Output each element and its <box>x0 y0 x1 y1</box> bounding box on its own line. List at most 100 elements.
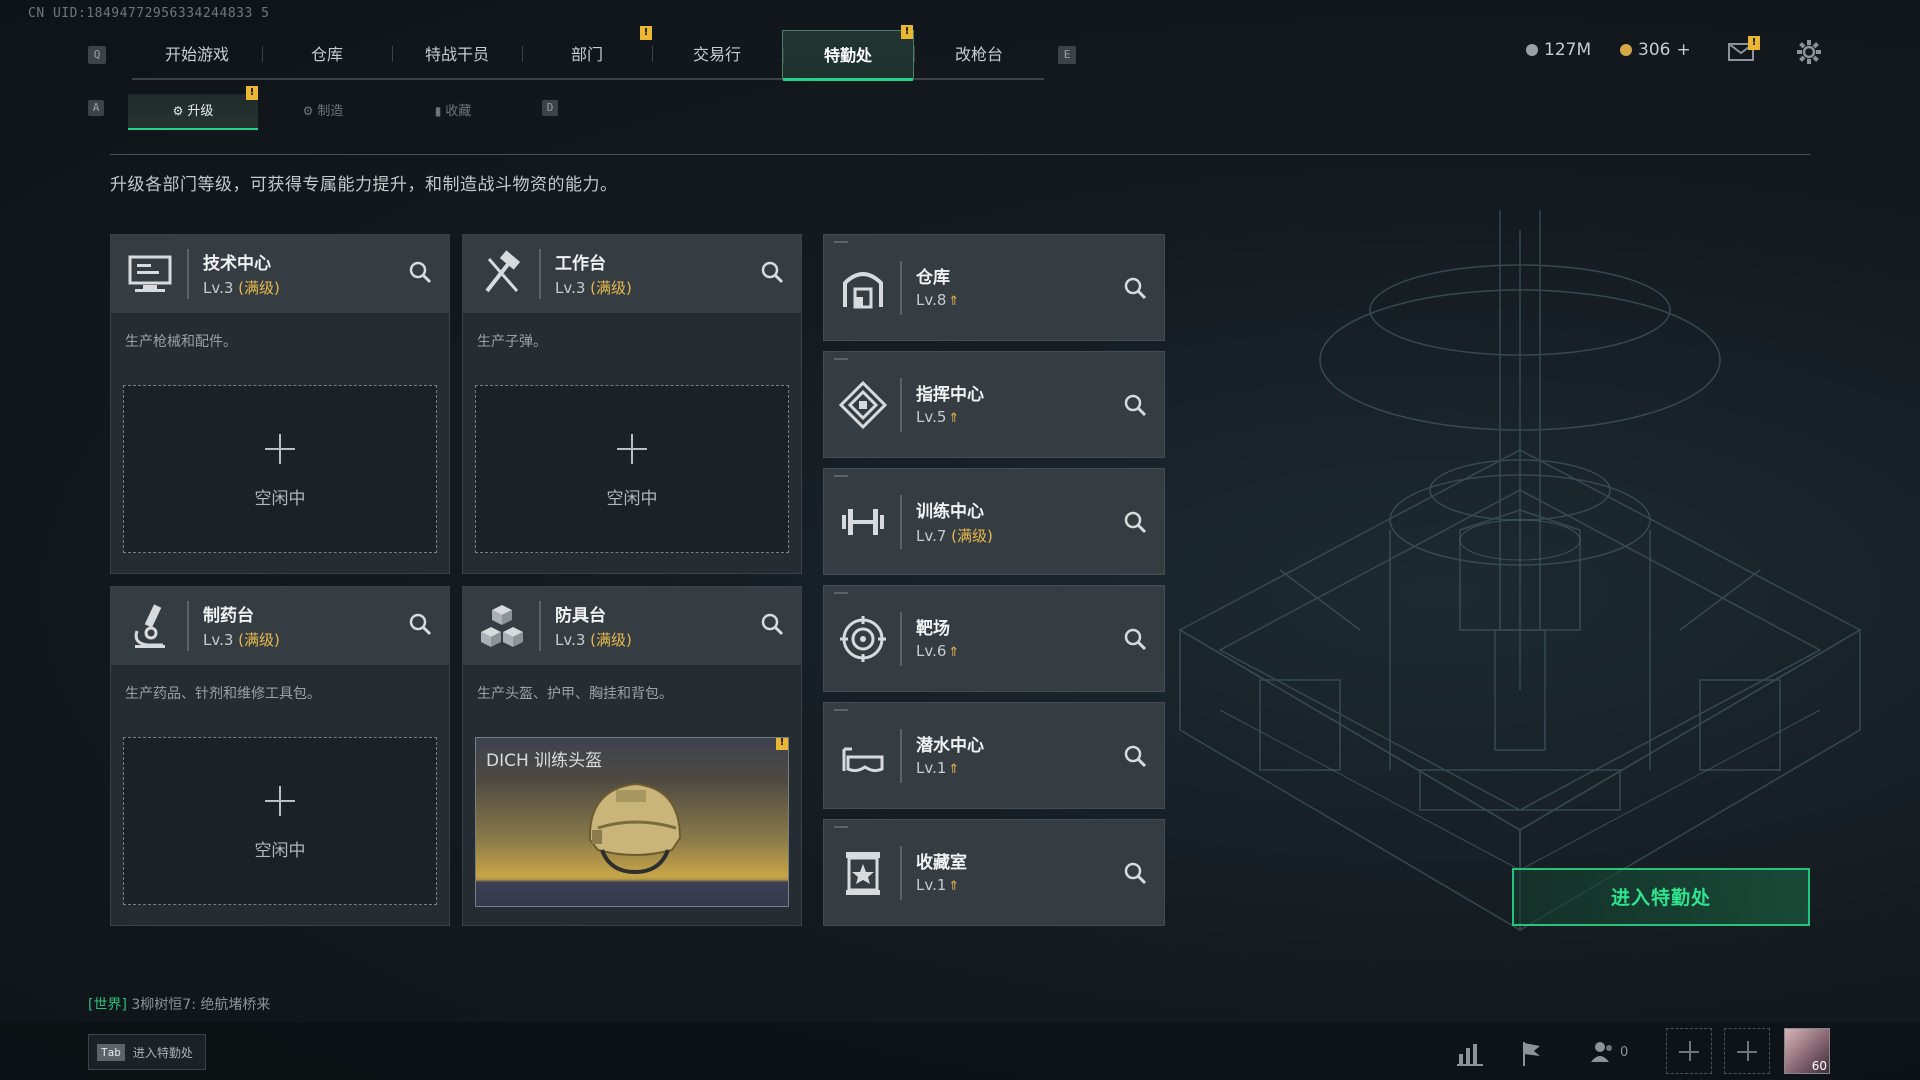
tab-hint-label: 进入特勤处 <box>132 1045 193 1060</box>
hammer-icon <box>485 250 521 293</box>
nav-next-key[interactable]: E <box>1058 46 1076 64</box>
subtab-upgrade[interactable]: ⚙ 升级! <box>128 86 258 130</box>
stats-chart-icon[interactable] <box>1455 1038 1485 1068</box>
flag-icon[interactable] <box>1516 1038 1546 1068</box>
player-avatar[interactable]: 60 <box>1784 1028 1830 1074</box>
header-separator <box>187 249 189 299</box>
money-icon <box>1526 44 1538 56</box>
notification-badge: ! <box>246 86 258 100</box>
monitor-icon <box>128 255 172 292</box>
card-description: 生产药品、针剂和维修工具包。 <box>125 686 321 702</box>
search-icon[interactable] <box>759 611 785 637</box>
department-row-collection-room[interactable]: 收藏室 Lv.1 ⇑ <box>823 819 1165 926</box>
search-icon[interactable] <box>1122 626 1148 652</box>
subtab-craft-label: 制造 <box>317 104 344 119</box>
max-level-tag: (满级) <box>590 631 632 649</box>
add-teammate-slot-1[interactable] <box>1666 1028 1712 1074</box>
craft-icon: ⚙ <box>302 104 314 118</box>
search-icon[interactable] <box>1122 509 1148 535</box>
tab-gunsmith[interactable]: 改枪台 <box>914 30 1044 78</box>
subtab-craft[interactable]: ⚙ 制造 <box>258 94 388 128</box>
enter-special-ops-button[interactable]: 进入特勤处 <box>1512 868 1810 926</box>
add-teammate-slot-2[interactable] <box>1724 1028 1770 1074</box>
department-row-warehouse[interactable]: 仓库 Lv.8 ⇑ <box>823 234 1165 341</box>
production-card-pharmacy: 制药台 Lv.3 (满级) 生产药品、针剂和维修工具包。 空闲中 <box>110 586 450 926</box>
card-level: Lv.3 (满级) <box>203 629 280 650</box>
level-value: Lv.8 <box>916 291 947 309</box>
craft-slot-empty[interactable]: 空闲中 <box>123 385 437 553</box>
coin-display[interactable]: 306 + <box>1620 40 1691 60</box>
card-description: 生产头盔、护甲、胸挂和背包。 <box>477 686 673 702</box>
level-value: Lv.3 <box>555 631 586 649</box>
collect-icon: ▮ <box>434 104 442 118</box>
money-value: 127M <box>1544 40 1592 60</box>
subnav-prev-key[interactable]: A <box>88 100 104 116</box>
subnav-next-key[interactable]: D <box>542 100 558 116</box>
department-row-training-center[interactable]: 训练中心 Lv.7 (满级) <box>823 468 1165 575</box>
tab-operators[interactable]: 特战干员 <box>392 30 522 78</box>
level-value: Lv.3 <box>203 279 234 297</box>
row-separator <box>900 729 902 783</box>
slot-status: 空闲中 <box>606 489 658 509</box>
craft-slot-empty[interactable]: 空闲中 <box>123 737 437 905</box>
search-icon[interactable] <box>1122 392 1148 418</box>
chat-line[interactable]: [世界] 3柳树恒7: 绝航堵桥来 <box>88 994 270 1014</box>
card-title: 防具台 <box>555 606 606 626</box>
add-coin-icon[interactable]: + <box>1676 40 1690 60</box>
search-icon[interactable] <box>407 611 433 637</box>
card-header: 工作台 Lv.3 (满级) <box>463 235 801 313</box>
card-level: Lv.3 (满级) <box>203 277 280 298</box>
tab-trading[interactable]: 交易行 <box>652 30 782 78</box>
tab-department[interactable]: 部门! <box>522 26 652 78</box>
header-separator <box>539 601 541 651</box>
department-row-command-center[interactable]: 指挥中心 Lv.5 ⇑ <box>823 351 1165 458</box>
department-name: 潜水中心 <box>916 736 984 756</box>
row-separator <box>900 378 902 432</box>
tab-special-ops[interactable]: 特勤处! <box>782 25 914 81</box>
tab-hint-button[interactable]: Tab 进入特勤处 <box>88 1034 206 1070</box>
production-card-armor-bench: 防具台 Lv.3 (满级) 生产头盔、护甲、胸挂和背包。 DICH 训练头盔 ! <box>462 586 802 926</box>
max-level-tag: (满级) <box>238 631 280 649</box>
target-icon <box>840 616 886 662</box>
helmet-image <box>588 782 682 875</box>
collection-icon <box>846 852 880 895</box>
dumbbell-icon <box>842 509 884 535</box>
row-dash <box>834 241 848 243</box>
card-title: 技术中心 <box>203 254 271 274</box>
notification-badge: ! <box>640 26 652 40</box>
upgrade-available-icon: ⇑ <box>948 762 960 777</box>
header-separator <box>539 249 541 299</box>
subtab-collect[interactable]: ▮ 收藏 <box>388 94 518 128</box>
level-value: Lv.3 <box>555 279 586 297</box>
money-display: 127M <box>1526 40 1591 60</box>
department-row-diving-center[interactable]: 潜水中心 Lv.1 ⇑ <box>823 702 1165 809</box>
facility-blueprint-image <box>1178 210 1862 932</box>
department-row-shooting-range[interactable]: 靶场 Lv.6 ⇑ <box>823 585 1165 692</box>
tab-warehouse[interactable]: 仓库 <box>262 30 392 78</box>
level-value: Lv.1 <box>916 876 947 894</box>
friends-icon <box>1591 1042 1612 1062</box>
row-separator <box>900 261 902 315</box>
add-icon <box>265 434 295 464</box>
level-value: Lv.3 <box>203 631 234 649</box>
settings-gear-icon[interactable] <box>1795 38 1823 66</box>
tab-key-icon: Tab <box>97 1043 125 1061</box>
warehouse-icon <box>843 272 883 309</box>
search-icon[interactable] <box>759 259 785 285</box>
row-dash <box>834 475 848 477</box>
tab-start-game[interactable]: 开始游戏 <box>132 30 262 78</box>
search-icon[interactable] <box>1122 743 1148 769</box>
friends-display[interactable]: 0 <box>1590 1040 1628 1064</box>
search-icon[interactable] <box>407 259 433 285</box>
craft-slot-item[interactable]: DICH 训练头盔 ! <box>475 737 789 907</box>
craft-slot-empty[interactable]: 空闲中 <box>475 385 789 553</box>
department-name: 靶场 <box>916 619 950 639</box>
notification-badge: ! <box>901 25 913 39</box>
search-icon[interactable] <box>1122 275 1148 301</box>
nav-prev-key[interactable]: Q <box>88 46 106 64</box>
row-dash <box>834 592 848 594</box>
add-icon <box>617 434 647 464</box>
search-icon[interactable] <box>1122 860 1148 886</box>
upgrade-icon: ⚙ <box>172 104 184 118</box>
department-level: Lv.7 (满级) <box>916 525 993 546</box>
